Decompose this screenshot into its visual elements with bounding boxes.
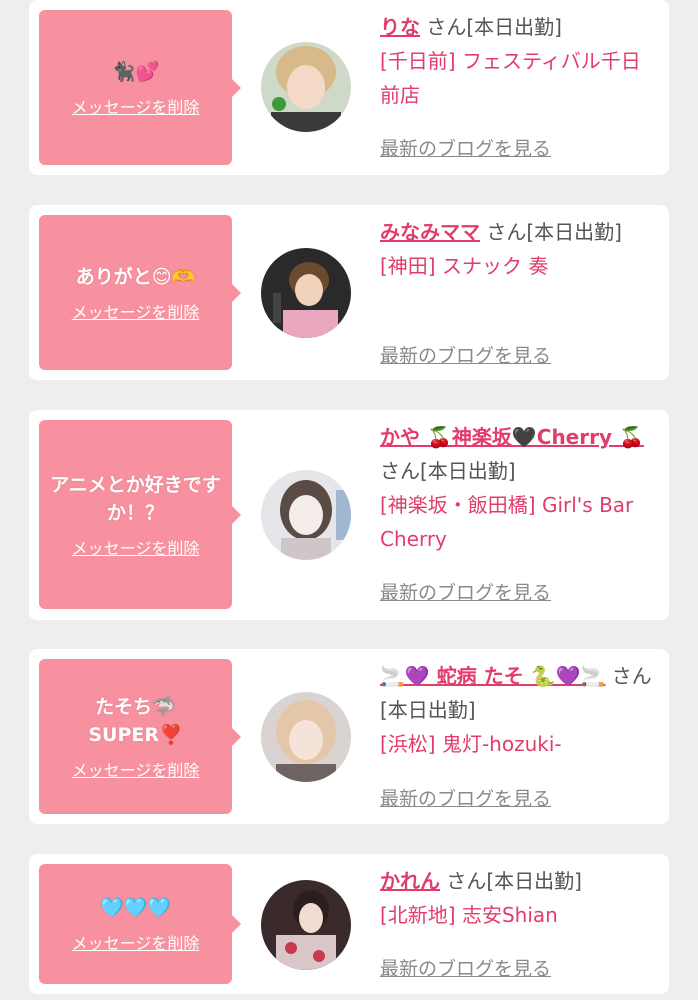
latest-blog-link[interactable]: 最新のブログを見る [380,341,551,368]
latest-blog-link[interactable]: 最新のブログを見る [380,578,551,605]
latest-blog-link[interactable]: 最新のブログを見る [380,784,551,811]
message-bubble: ありがと😊🫶 メッセージを削除 [39,215,241,370]
delete-message-link[interactable]: メッセージを削除 [72,94,200,118]
shop-name: [千日前] フェスティバル千日前店 [380,49,641,107]
status-text: さん[本日出勤] [446,869,582,893]
message-text: たそち🦈 SUPER❣️ [88,695,183,746]
message-bubble: アニメとか好きですか！？ メッセージを削除 [39,420,241,609]
latest-blog-link[interactable]: 最新のブログを見る [380,954,551,981]
name-line: みなみママ さん[本日出勤] [380,215,660,249]
shop-name: [浜松] 鬼灯-hozuki- [380,732,562,756]
cast-name-link[interactable]: 🚬💜 蛇病 たそ 🐍💜🚬 [380,664,605,688]
message-card: アニメとか好きですか！？ メッセージを削除 かや 🍒神楽坂🖤Cherry 🍒 さ… [29,410,669,620]
delete-message-link[interactable]: メッセージを削除 [72,757,200,781]
avatar[interactable] [261,42,351,132]
avatar[interactable] [261,880,351,970]
message-card: たそち🦈 SUPER❣️ メッセージを削除 🚬💜 蛇病 たそ 🐍💜🚬 さん[本日… [29,649,669,824]
message-list: 🐈‍⬛💕 メッセージを削除 りな さん[本日出勤] [千日前] フェスティバル千… [0,0,698,1000]
name-line: りな さん[本日出勤] [380,10,660,44]
cast-name-link[interactable]: りな [380,15,420,39]
shop-name: [北新地] 志安Shian [380,903,558,927]
message-bubble: 🐈‍⬛💕 メッセージを削除 [39,10,241,165]
profile-info: みなみママ さん[本日出勤] [神田] スナック 奏 [380,215,660,283]
message-card: 🩵🩵🩵 メッセージを削除 かれん さん[本日出勤] [北新地] 志安Shian … [29,854,669,994]
name-line: 🚬💜 蛇病 たそ 🐍💜🚬 さん[本日出勤] [380,659,660,727]
status-text: さん[本日出勤] [486,220,622,244]
latest-blog-link[interactable]: 最新のブログを見る [380,134,551,161]
name-line: かれん さん[本日出勤] [380,864,660,898]
status-text: さん[本日出勤] [380,459,516,483]
status-text: さん[本日出勤] [426,15,562,39]
message-bubble: たそち🦈 SUPER❣️ メッセージを削除 [39,659,241,814]
avatar[interactable] [261,692,351,782]
profile-info: かや 🍒神楽坂🖤Cherry 🍒 さん[本日出勤] [神楽坂・飯田橋] Girl… [380,420,660,556]
profile-info: かれん さん[本日出勤] [北新地] 志安Shian [380,864,660,932]
cast-name-link[interactable]: みなみママ [380,220,480,244]
cast-name-link[interactable]: かれん [380,869,440,893]
delete-message-link[interactable]: メッセージを削除 [72,930,200,954]
message-card: 🐈‍⬛💕 メッセージを削除 りな さん[本日出勤] [千日前] フェスティバル千… [29,0,669,175]
profile-info: りな さん[本日出勤] [千日前] フェスティバル千日前店 [380,10,660,112]
avatar[interactable] [261,470,351,560]
name-line: かや 🍒神楽坂🖤Cherry 🍒 さん[本日出勤] [380,420,660,488]
message-bubble: 🩵🩵🩵 メッセージを削除 [39,864,241,984]
cast-name-link[interactable]: かや 🍒神楽坂🖤Cherry 🍒 [380,425,644,449]
message-text: ありがと😊🫶 [75,265,196,288]
avatar[interactable] [261,248,351,338]
profile-info: 🚬💜 蛇病 たそ 🐍💜🚬 さん[本日出勤] [浜松] 鬼灯-hozuki- [380,659,660,761]
message-text: アニメとか好きですか！？ [50,473,221,524]
shop-name: [神田] スナック 奏 [380,254,549,278]
delete-message-link[interactable]: メッセージを削除 [72,535,200,559]
message-text: 🩵🩵🩵 [100,897,171,919]
delete-message-link[interactable]: メッセージを削除 [72,299,200,323]
shop-name: [神楽坂・飯田橋] Girl's Bar Cherry [380,493,634,551]
message-card: ありがと😊🫶 メッセージを削除 みなみママ さん[本日出勤] [神田] スナック… [29,205,669,380]
message-text: 🐈‍⬛💕 [111,60,160,83]
